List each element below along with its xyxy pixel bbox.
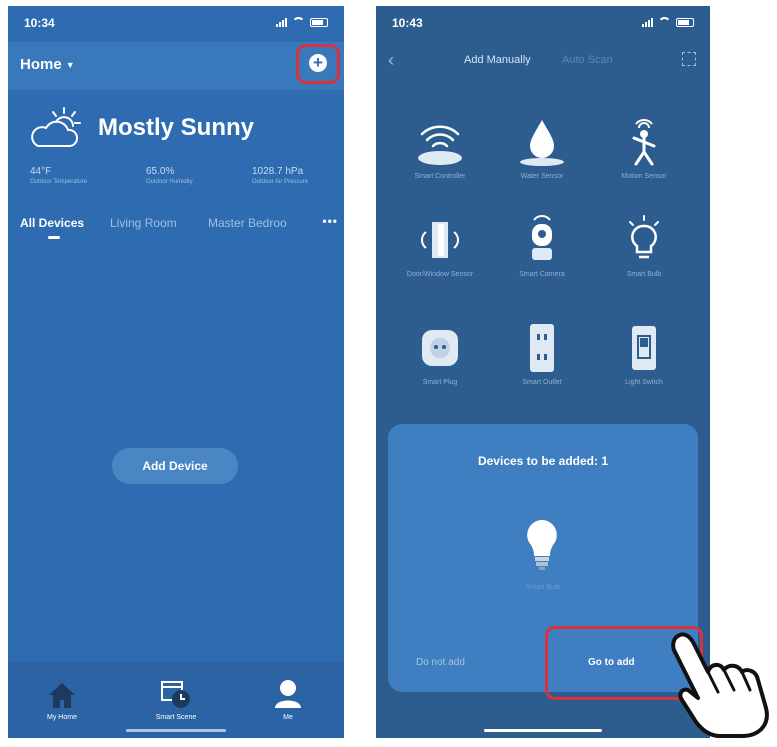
stat-label: Outdoor Air Pressure [252,179,309,185]
tab-master-bedroom[interactable]: Master Bedroo [208,216,312,230]
header-bar: Home ▼ + [8,42,344,90]
device-light-switch[interactable]: Light Switch [594,320,694,387]
device-label: Door/Window Sensor [406,271,474,278]
tab-label: My Home [47,714,77,721]
battery-icon [676,17,694,27]
device-smart-outlet[interactable]: Smart Outlet [492,320,592,387]
signal-icon [642,17,653,27]
tab-living-room[interactable]: Living Room [110,216,177,230]
do-not-add-button[interactable]: Do not add [416,657,465,668]
devices-to-add-sheet: Devices to be added: 1 Smart Bulb Do not… [388,424,703,700]
device-smart-controller[interactable]: Smart Controller [390,114,490,181]
status-bar: 10:34 [8,6,344,42]
home-indicator [484,729,602,732]
home-indicator [126,729,226,732]
user-icon [275,680,301,708]
wifi-icon [292,17,305,27]
device-label: Smart Plug [422,379,458,386]
stat-temperature: 44°F Outdoor Temperature [30,166,87,185]
more-icon[interactable]: ••• [322,214,338,228]
home-dropdown[interactable]: Home ▼ [20,56,75,73]
status-time: 10:43 [392,16,423,30]
status-icons [642,17,694,27]
device-smart-bulb[interactable]: Smart Bulb [594,212,694,279]
lightbulb-icon [527,520,557,570]
tab-add-manually[interactable]: Add Manually [464,54,531,66]
home-label: Home [20,56,62,73]
device-smart-camera[interactable]: Smart Camera [492,212,592,279]
stat-label: Outdoor Temperature [30,179,87,185]
back-icon[interactable]: ‹ [388,50,394,71]
scan-icon[interactable] [682,52,696,66]
home-screen: 10:34 Home ▼ + Mostly Sunny 44°F Outdoor… [8,6,344,738]
water-drop-icon [520,120,564,166]
wifi-icon [658,17,671,27]
signal-icon [276,17,287,27]
status-bar: 10:43 [376,6,710,42]
tab-my-home[interactable]: My Home [22,674,102,721]
device-water-sensor[interactable]: Water Sensor [492,114,592,181]
add-device-button[interactable]: Add Device [112,448,238,484]
device-smart-plug[interactable]: Smart Plug [390,320,490,387]
battery-icon [310,17,328,27]
stat-label: Outdoor Humidity [146,179,193,185]
pending-device-name: Smart Bulb [525,584,561,591]
stat-value: 44°F [30,166,52,177]
device-motion-sensor[interactable]: Motion Sensor [594,114,694,181]
stat-pressure: 1028.7 hPa Outdoor Air Pressure [252,166,308,185]
tab-me[interactable]: Me [248,674,328,721]
plus-circle-icon[interactable]: + [309,54,327,72]
tab-auto-scan[interactable]: Auto Scan [562,54,613,66]
hand-pointer-icon [671,632,769,738]
door-sensor-icon [421,222,459,258]
motion-sensor-icon [632,119,656,166]
bottom-tab-bar: My Home Smart Scene Me [8,662,344,738]
device-label: Motion Sensor [621,173,667,180]
device-door-window-sensor[interactable]: Door/Window Sensor [390,212,490,279]
tab-label: Smart Scene [155,714,197,721]
room-tabs: All Devices Living Room Master Bedroo ••… [20,214,338,246]
device-label: Water Sensor [520,173,564,180]
chevron-down-icon: ▼ [65,59,75,70]
plug-icon [422,330,458,366]
device-label: Smart Controller [414,173,466,180]
camera-icon [532,215,552,260]
sheet-title: Devices to be added: 1 [477,454,609,468]
house-icon [49,683,75,708]
bulb-icon [629,215,659,259]
add-device-screen: 10:43 ‹ Add Manually Auto Scan Smart Con… [376,6,710,738]
device-label: Smart Outlet [522,379,562,386]
calendar-clock-icon [161,681,190,708]
device-label: Smart Camera [519,271,565,278]
stat-value: 65.0% [146,166,175,177]
stat-humidity: 65.0% Outdoor Humidity [146,166,193,185]
weather-title: Mostly Sunny [98,114,255,141]
device-label: Smart Bulb [626,271,662,278]
outlet-icon [530,324,554,372]
tab-label: Me [283,714,293,721]
controller-icon [418,125,462,165]
cloud-sun-icon [31,107,81,147]
status-time: 10:34 [24,16,55,30]
highlight-add-button: + [296,44,340,84]
tab-all-devices[interactable]: All Devices [20,216,84,239]
status-icons [276,17,328,27]
tab-smart-scene[interactable]: Smart Scene [136,674,216,721]
device-label: Light Switch [625,379,663,386]
go-to-add-button[interactable]: Go to add [588,657,635,668]
stat-value: 1028.7 hPa [252,166,304,177]
switch-icon [632,326,656,370]
top-nav: ‹ Add Manually Auto Scan [376,46,710,76]
